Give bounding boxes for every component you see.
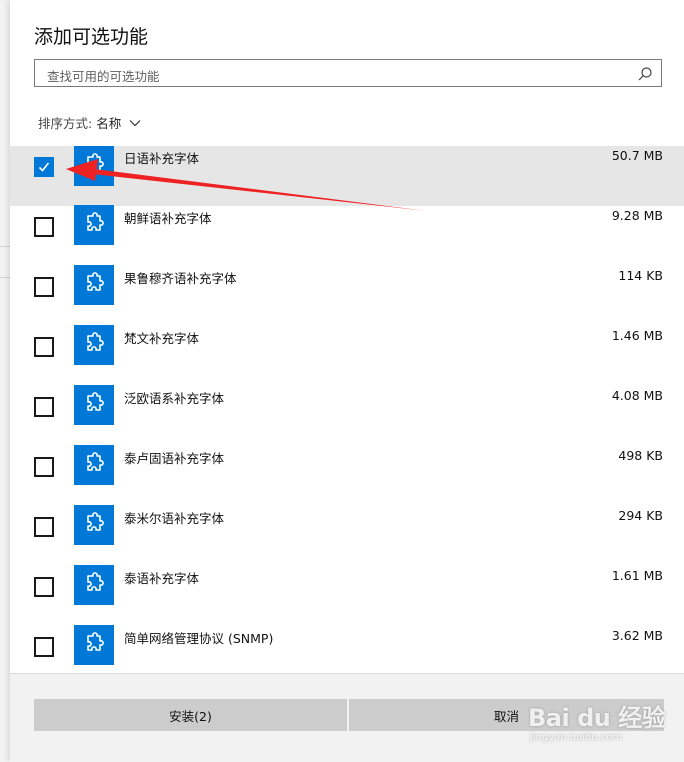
feature-name: 泛欧语系补充字体 xyxy=(124,391,225,406)
feature-size: 1.61 MB xyxy=(611,568,663,583)
feature-size: 1.46 MB xyxy=(611,328,663,343)
feature-name: 泰语补充字体 xyxy=(124,571,200,586)
puzzle-piece-icon xyxy=(74,205,114,245)
search-box[interactable]: 查找可用的可选功能 xyxy=(34,59,662,87)
feature-list: 日语补充字体 50.7 MB 朝鲜语补充字体 9.28 MB 果鲁穆齐语补充字体 114 … xyxy=(10,146,684,686)
feature-checkbox[interactable] xyxy=(34,277,54,297)
puzzle-piece-icon xyxy=(74,505,114,545)
search-icon[interactable] xyxy=(637,66,653,82)
feature-size: 498 KB xyxy=(618,448,663,463)
sort-dropdown[interactable]: 排序方式: 名称 xyxy=(38,113,141,132)
add-optional-features-dialog: 添加可选功能 查找可用的可选功能 排序方式: 名称 日语补充字体 50.7 MB 朝… xyxy=(10,0,684,762)
feature-row[interactable]: 果鲁穆齐语补充字体 114 KB xyxy=(10,265,684,326)
feature-checkbox[interactable] xyxy=(34,457,54,477)
sort-value[interactable]: 名称 xyxy=(96,113,121,132)
puzzle-piece-icon xyxy=(74,146,114,186)
puzzle-piece-icon xyxy=(74,625,114,665)
feature-row[interactable]: 朝鲜语补充字体 9.28 MB xyxy=(10,205,684,266)
puzzle-piece-icon xyxy=(74,265,114,305)
feature-row[interactable]: 泰卢固语补充字体 498 KB xyxy=(10,445,684,506)
watermark-url: jingyan.baidu.com xyxy=(530,732,623,743)
feature-row[interactable]: 泰米尔语补充字体 294 KB xyxy=(10,505,684,566)
feature-size: 9.28 MB xyxy=(611,208,663,223)
feature-row[interactable]: 梵文补充字体 1.46 MB xyxy=(10,325,684,386)
feature-checkbox[interactable] xyxy=(34,397,54,417)
feature-name: 泰卢固语补充字体 xyxy=(124,451,225,466)
feature-checkbox[interactable] xyxy=(34,337,54,357)
background-divider xyxy=(0,246,10,247)
puzzle-piece-icon xyxy=(74,385,114,425)
puzzle-piece-icon xyxy=(74,445,114,485)
feature-name: 简单网络管理协议 (SNMP) xyxy=(124,631,274,646)
feature-size: 4.08 MB xyxy=(611,388,663,403)
dialog-title: 添加可选功能 xyxy=(34,26,149,48)
feature-name: 果鲁穆齐语补充字体 xyxy=(124,271,237,286)
feature-size: 294 KB xyxy=(618,508,663,523)
watermark: Bai du 经验 jingyan.baidu.com xyxy=(528,690,678,752)
chevron-down-icon[interactable] xyxy=(129,119,141,127)
feature-checkbox[interactable] xyxy=(34,157,54,177)
feature-checkbox[interactable] xyxy=(34,217,54,237)
feature-name: 泰米尔语补充字体 xyxy=(124,511,225,526)
feature-row[interactable]: 泛欧语系补充字体 4.08 MB xyxy=(10,385,684,446)
watermark-logo: Bai du 经验 xyxy=(528,704,666,732)
feature-row[interactable]: 日语补充字体 50.7 MB xyxy=(10,146,684,206)
feature-size: 114 KB xyxy=(618,268,663,283)
feature-size: 3.62 MB xyxy=(611,628,663,643)
install-button[interactable]: 安装(2) xyxy=(34,699,347,731)
feature-row[interactable]: 泰语补充字体 1.61 MB xyxy=(10,565,684,626)
puzzle-piece-icon xyxy=(74,565,114,605)
feature-name: 梵文补充字体 xyxy=(124,331,200,346)
feature-name: 朝鲜语补充字体 xyxy=(124,211,212,226)
sort-label: 排序方式: xyxy=(38,116,93,131)
background-divider xyxy=(0,277,10,278)
feature-checkbox[interactable] xyxy=(34,577,54,597)
feature-name: 日语补充字体 xyxy=(124,151,200,166)
feature-size: 50.7 MB xyxy=(611,148,663,163)
search-input[interactable]: 查找可用的可选功能 xyxy=(47,66,160,85)
feature-checkbox[interactable] xyxy=(34,637,54,657)
feature-checkbox[interactable] xyxy=(34,517,54,537)
puzzle-piece-icon xyxy=(74,325,114,365)
